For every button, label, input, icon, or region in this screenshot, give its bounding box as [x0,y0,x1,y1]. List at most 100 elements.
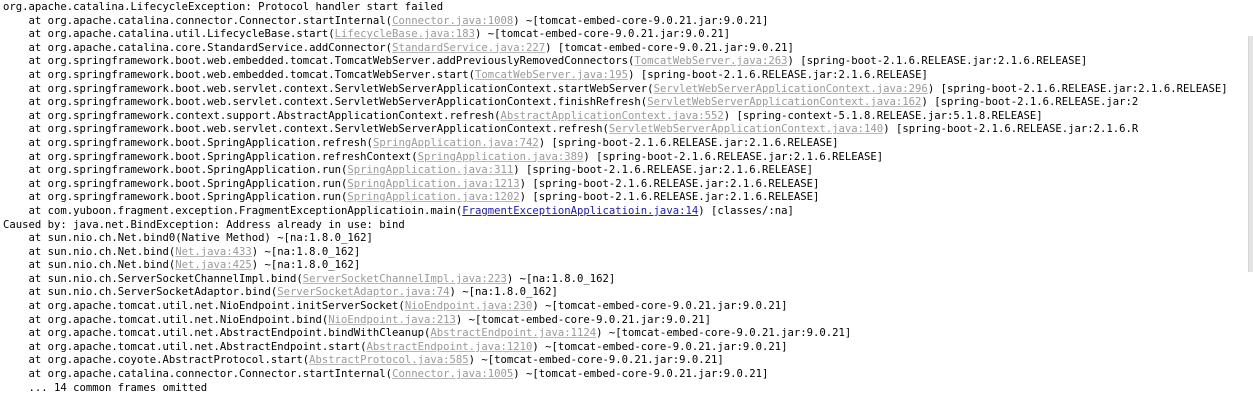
source-location-link[interactable]: ServerSocketChannelImpl.java:223 [303,273,507,285]
source-location-link[interactable]: AbstractProtocol.java:585 [309,354,468,366]
stack-trace-log: org.apache.catalina.LifecycleException: … [3,1,1253,395]
log-line: at org.springframework.boot.web.embedded… [3,55,1253,69]
log-text: at org.springframework.boot.web.servlet.… [3,82,654,95]
log-line: at org.apache.catalina.core.StandardServ… [3,42,1253,56]
console-output: org.apache.catalina.LifecycleException: … [0,0,1253,413]
source-location-link[interactable]: NioEndpoint.java:230 [405,300,533,312]
log-text: ) ~[tomcat-embed-core-9.0.21.jar:9.0.21] [455,313,711,326]
log-text: ) ~[tomcat-embed-core-9.0.21.jar:9.0.21] [596,327,852,340]
log-line: at com.yuboon.fragment.exception.Fragmen… [3,205,1253,219]
log-text: at org.apache.catalina.connector.Connect… [3,14,393,27]
source-location-link[interactable]: SpringApplication.java:1202 [347,191,519,203]
log-line: at org.springframework.boot.web.servlet.… [3,96,1253,110]
log-text: ) [spring-boot-2.1.6.RELEASE.jar:2 [921,96,1139,109]
log-text: ) ~[tomcat-embed-core-9.0.21.jar:9.0.21] [532,300,788,313]
log-text: ) [spring-context-5.1.8.RELEASE.jar:5.1.… [723,109,1043,122]
log-text: at org.springframework.boot.SpringApplic… [3,136,373,149]
log-line: at org.apache.tomcat.util.net.AbstractEn… [3,327,1253,341]
log-line: at org.springframework.boot.SpringApplic… [3,151,1253,165]
log-text: ) ~[tomcat-embed-core-9.0.21.jar:9.0.21] [532,340,788,353]
log-line: Caused by: java.net.BindException: Addre… [3,219,1253,233]
log-line: at org.springframework.context.support.A… [3,110,1253,124]
log-line: ... 14 common frames omitted [3,382,1253,396]
log-text: ) [spring-boot-2.1.6.RELEASE.jar:2.1.6.R… [787,55,1088,68]
log-text: ) [spring-boot-2.1.6.RELEASE.jar:2.1.6.R… [628,68,928,81]
log-text: Caused by: java.net.BindException: Addre… [3,218,405,231]
log-line: at org.springframework.boot.SpringApplic… [3,191,1253,205]
log-text: ) [spring-boot-2.1.6.RELEASE.jar:2.1.6.R [883,123,1139,136]
log-line: at org.apache.tomcat.util.net.AbstractEn… [3,341,1253,355]
source-location-link[interactable]: TomcatWebServer.java:195 [475,69,628,81]
log-text: at org.apache.catalina.core.StandardServ… [3,41,393,54]
log-text: at sun.nio.ch.ServerSocketAdaptor.bind( [3,286,278,299]
log-text: ) ~[na:1.8.0_162] [251,245,361,258]
source-location-link[interactable]: LifecycleBase.java:183 [335,28,475,40]
source-location-link[interactable]: ServletWebServerApplicationContext.java:… [654,83,928,95]
log-text: ) ~[na:1.8.0_162] [506,272,616,285]
log-line: at org.apache.catalina.connector.Connect… [3,15,1253,29]
log-line: at sun.nio.ch.Net.bind0(Native Method) ~… [3,232,1253,246]
log-text: ... 14 common frames omitted [3,381,208,394]
log-line: org.apache.catalina.LifecycleException: … [3,1,1253,15]
log-text: ) ~[tomcat-embed-core-9.0.21.jar:9.0.21] [474,28,731,41]
source-location-link[interactable]: NioEndpoint.java:213 [328,314,456,326]
log-text: ) ~[na:1.8.0_162] [449,286,558,299]
log-line: at org.springframework.boot.SpringApplic… [3,164,1253,178]
log-text: org.apache.catalina.LifecycleException: … [3,1,444,13]
log-line: at org.apache.tomcat.util.net.NioEndpoin… [3,314,1253,328]
log-text: ) [spring-boot-2.1.6.RELEASE.jar:2.1.6.R… [538,136,839,149]
project-source-link[interactable]: FragmentExceptionApplicatioin.java:14 [462,205,698,217]
source-location-link[interactable]: AbstractApplicationContext.java:552 [500,110,723,122]
source-location-link[interactable]: SpringApplication.java:389 [418,151,584,163]
log-text: at org.springframework.boot.web.embedded… [3,55,635,68]
log-text: at org.springframework.boot.web.embedded… [3,68,475,81]
log-text: at com.yuboon.fragment.exception.Fragmen… [3,204,463,217]
log-line: at org.apache.tomcat.util.net.NioEndpoin… [3,300,1253,314]
log-text: ) ~[tomcat-embed-core-9.0.21.jar:9.0.21] [468,354,724,367]
log-text: ) [tomcat-embed-core-9.0.21.jar:9.0.21] [545,41,794,54]
log-text: at org.apache.tomcat.util.net.NioEndpoin… [3,313,329,326]
source-location-link[interactable]: ServletWebServerApplicationContext.java:… [647,96,921,108]
log-line: at org.springframework.boot.SpringApplic… [3,137,1253,151]
log-text: at org.apache.tomcat.util.net.AbstractEn… [3,340,367,353]
log-text: at org.springframework.boot.SpringApplic… [3,164,348,177]
log-text: ) [classes/:na] [698,204,794,217]
log-text: at org.apache.tomcat.util.net.NioEndpoin… [3,300,405,313]
source-location-link[interactable]: TomcatWebServer.java:263 [634,55,787,67]
log-text: at sun.nio.ch.Net.bind( [3,245,176,258]
log-text: ) ~[tomcat-embed-core-9.0.21.jar:9.0.21] [513,14,769,27]
log-text: at org.springframework.boot.web.servlet.… [3,123,609,136]
source-location-link[interactable]: Net.java:433 [175,246,252,258]
source-location-link[interactable]: SpringApplication.java:1213 [347,178,519,190]
source-location-link[interactable]: Connector.java:1008 [392,15,513,27]
log-text: at org.apache.catalina.util.LifecycleBas… [3,28,335,41]
log-line: at org.apache.catalina.connector.Connect… [3,368,1253,382]
log-text: at org.springframework.boot.SpringApplic… [3,191,348,204]
log-line: at org.springframework.boot.web.embedded… [3,69,1253,83]
vertical-scrollbar[interactable] [1248,36,1253,272]
log-line: at org.apache.coyote.AbstractProtocol.st… [3,354,1253,368]
log-text: at org.springframework.context.support.A… [3,109,501,122]
log-text: at org.springframework.boot.SpringApplic… [3,150,418,163]
source-location-link[interactable]: StandardService.java:227 [392,42,545,54]
source-location-link[interactable]: SpringApplication.java:742 [373,137,539,149]
log-text: ) [spring-boot-2.1.6.RELEASE.jar:2.1.6.R… [927,82,1228,95]
log-text: at org.springframework.boot.SpringApplic… [3,177,348,190]
source-location-link[interactable]: Net.java:425 [175,259,252,271]
log-line: at sun.nio.ch.Net.bind(Net.java:433) ~[n… [3,246,1253,260]
log-text: at org.apache.catalina.connector.Connect… [3,368,393,381]
log-text: at org.apache.tomcat.util.net.AbstractEn… [3,327,431,340]
log-text: at org.apache.coyote.AbstractProtocol.st… [3,354,310,367]
source-location-link[interactable]: SpringApplication.java:311 [347,164,513,176]
source-location-link[interactable]: AbstractEndpoint.java:1124 [430,327,596,339]
log-text: at sun.nio.ch.Net.bind0(Native Method) ~… [3,232,373,245]
log-line: at org.springframework.boot.web.servlet.… [3,123,1253,137]
log-text: ) [spring-boot-2.1.6.RELEASE.jar:2.1.6.R… [519,191,820,204]
source-location-link[interactable]: ServerSocketAdaptor.java:74 [277,286,449,298]
source-location-link[interactable]: AbstractEndpoint.java:1210 [367,341,533,353]
log-line: at sun.nio.ch.ServerSocketAdaptor.bind(S… [3,286,1253,300]
log-line: at org.springframework.boot.web.servlet.… [3,83,1253,97]
log-text: ) [spring-boot-2.1.6.RELEASE.jar:2.1.6.R… [513,164,814,177]
source-location-link[interactable]: ServletWebServerApplicationContext.java:… [609,123,883,135]
source-location-link[interactable]: Connector.java:1005 [392,368,513,380]
